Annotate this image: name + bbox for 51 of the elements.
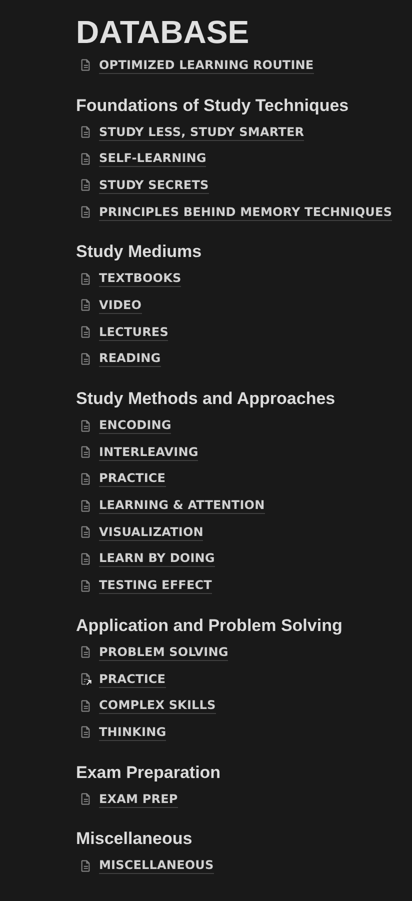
page-icon [79, 858, 92, 874]
page-icon [79, 297, 92, 314]
section-heading: Foundations of Study Techniques [76, 94, 350, 117]
page-icon [79, 444, 92, 460]
page-icon [79, 57, 92, 74]
page-icon [79, 644, 92, 660]
page-link[interactable]: PROBLEM SOLVING [99, 644, 228, 661]
page-icon [79, 470, 92, 487]
page-icon [79, 350, 92, 367]
section-heading: Miscellaneous [76, 828, 194, 850]
page-link[interactable]: STUDY LESS, STUDY SMARTER [99, 124, 304, 141]
page-icon [79, 578, 92, 594]
page-icon [79, 698, 92, 714]
page-icon [79, 150, 92, 167]
section-heading: Application and Problem Solving [76, 615, 344, 637]
page-link[interactable]: EXAM PREP [99, 790, 178, 808]
page-link[interactable]: VISUALIZATION [99, 524, 204, 541]
page-link[interactable]: LEARNING & ATTENTION [99, 497, 265, 514]
page-link[interactable]: STUDY SECRETS [99, 176, 209, 194]
page-title: DATABASE [76, 13, 250, 52]
section-heading: Exam Preparation [76, 762, 222, 784]
page-link[interactable]: LEARN BY DOING [99, 550, 215, 568]
page-link[interactable]: PRINCIPLES BEHIND MEMORY TECHNIQUES [99, 204, 392, 221]
page-link[interactable]: READING [99, 350, 161, 368]
page-link[interactable]: THINKING [99, 724, 166, 741]
page-link[interactable]: OPTIMIZED LEARNING ROUTINE [99, 56, 314, 74]
section-heading: Study Methods and Approaches [76, 388, 336, 410]
page-link[interactable]: PRACTICE [99, 670, 166, 688]
page-icon [79, 550, 92, 567]
page-icon [79, 418, 92, 434]
section-heading: Study Mediums [76, 241, 203, 264]
page-link[interactable]: SELF-LEARNING [99, 150, 206, 168]
page-icon [79, 270, 92, 287]
page-link[interactable]: VIDEO [99, 296, 142, 314]
page-icon [79, 324, 92, 340]
page-icon [79, 124, 92, 140]
page-link[interactable]: PRACTICE [99, 470, 166, 488]
page-link[interactable]: COMPLEX SKILLS [99, 697, 216, 714]
page-icon [79, 177, 92, 194]
page-icon [79, 204, 92, 220]
page-icon [79, 791, 92, 808]
page-link-icon [79, 671, 92, 688]
page-link[interactable]: MISCELLANEOUS [99, 857, 214, 874]
page-link[interactable]: INTERLEAVING [99, 444, 198, 461]
page-icon [79, 524, 92, 540]
page-link[interactable]: LECTURES [99, 324, 168, 341]
page-link[interactable]: TESTING EFFECT [99, 577, 212, 594]
page-link[interactable]: ENCODING [99, 417, 172, 434]
page-link[interactable]: TEXTBOOKS [99, 270, 182, 288]
page-icon [79, 724, 92, 740]
page-icon [79, 498, 92, 514]
